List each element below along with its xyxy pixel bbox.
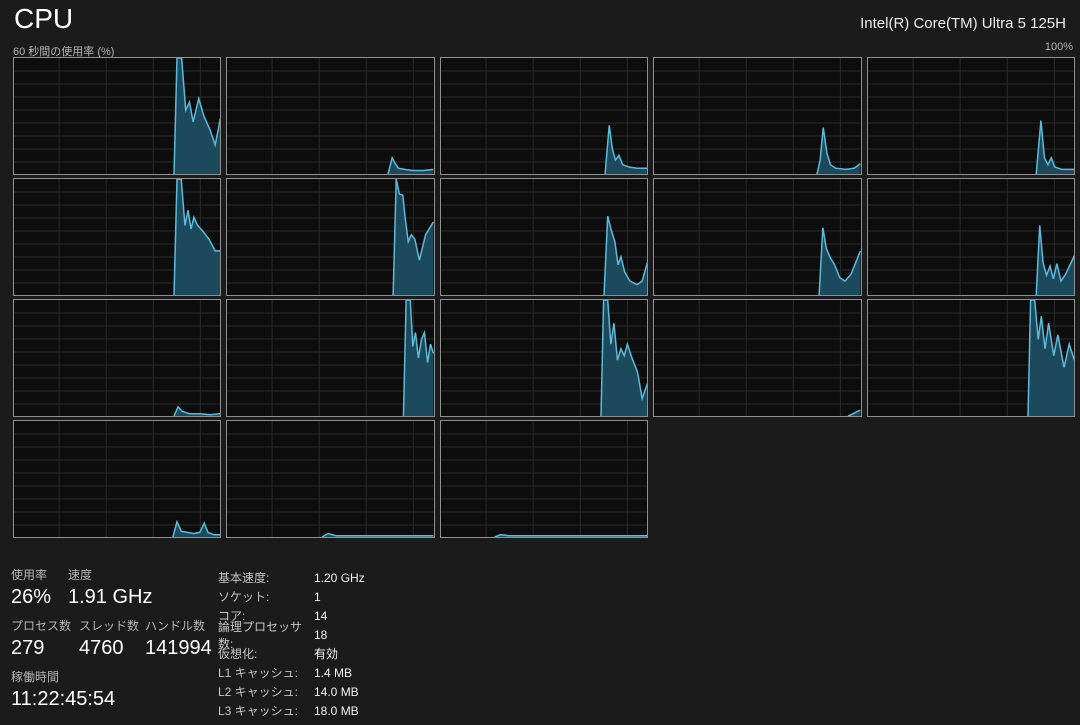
detail-value-l3-cache: 18.0 MB [314,704,359,718]
core-graph-7[interactable] [440,178,648,296]
stat-threads: スレッド数 4760 [79,617,145,659]
core-usage-chart [441,421,647,537]
core-graph-12[interactable] [440,299,648,417]
core-usage-chart [14,300,220,416]
detail-label-virtualization: 仮想化: [218,645,314,662]
cpu-core-grid [13,57,1075,538]
stat-speed: 速度 1.91 GHz [68,566,152,608]
stat-threads-label: スレッド数 [79,617,145,634]
detail-label-l3-cache: L3 キャッシュ: [218,702,314,719]
detail-value-base-speed: 1.20 GHz [314,571,365,585]
core-graph-16[interactable] [226,420,434,538]
stat-usage-value: 26% [11,586,68,608]
detail-label-base-speed: 基本速度: [218,569,314,586]
stat-usage: 使用率 26% [11,566,68,608]
core-usage-chart [14,179,220,295]
core-graph-17[interactable] [440,420,648,538]
core-usage-chart [227,421,433,537]
core-graph-6[interactable] [226,178,434,296]
core-graph-10[interactable] [13,299,221,417]
core-graph-5[interactable] [13,178,221,296]
core-usage-chart [868,300,1074,416]
core-graph-2[interactable] [440,57,648,175]
stat-processes: プロセス数 279 [11,617,79,659]
stat-speed-label: 速度 [68,566,152,583]
core-graph-3[interactable] [653,57,861,175]
detail-label-l1-cache: L1 キャッシュ: [218,664,314,681]
stat-handles: ハンドル数 141994 [145,617,212,659]
detail-value-sockets: 1 [314,590,321,604]
stat-uptime-label: 稼働時間 [11,668,115,685]
core-graph-13[interactable] [653,299,861,417]
core-graph-8[interactable] [653,178,861,296]
core-usage-chart [14,58,220,174]
core-usage-chart [654,58,860,174]
detail-value-virtualization: 有効 [314,645,338,662]
detail-value-l1-cache: 1.4 MB [314,666,352,680]
core-graph-15[interactable] [13,420,221,538]
core-usage-chart [441,179,647,295]
core-usage-chart [441,300,647,416]
detail-label-l2-cache: L2 キャッシュ: [218,683,314,700]
graph-max-label: 100% [1045,41,1073,53]
core-usage-chart [654,179,860,295]
stat-handles-label: ハンドル数 [145,617,212,634]
stat-handles-value: 141994 [145,637,212,659]
core-graph-1[interactable] [226,57,434,175]
cpu-stats: 使用率 26% 速度 1.91 GHz プロセス数 279 スレッド数 4760… [11,566,212,719]
core-graph-9[interactable] [867,178,1075,296]
core-usage-chart [868,179,1074,295]
detail-value-logical-processors: 18 [314,628,327,642]
detail-value-l2-cache: 14.0 MB [314,685,359,699]
stat-threads-value: 4760 [79,637,145,659]
detail-value-cores: 14 [314,609,327,623]
core-usage-chart [227,300,433,416]
stat-usage-label: 使用率 [11,566,68,583]
core-graph-14[interactable] [867,299,1075,417]
stat-speed-value: 1.91 GHz [68,586,152,608]
core-usage-chart [227,58,433,174]
detail-label-sockets: ソケット: [218,588,314,605]
core-usage-chart [227,179,433,295]
cpu-details: 基本速度:1.20 GHz ソケット:1 コア:14 論理プロセッサ数:18 仮… [218,568,365,720]
core-usage-chart [14,421,220,537]
stat-processes-value: 279 [11,637,79,659]
core-usage-chart [654,300,860,416]
stat-uptime-value: 11:22:45:54 [11,688,115,710]
core-graph-0[interactable] [13,57,221,175]
stat-processes-label: プロセス数 [11,617,79,634]
core-graph-4[interactable] [867,57,1075,175]
cpu-performance-page: CPU Intel(R) Core(TM) Ultra 5 125H 60 秒間… [0,0,1080,725]
core-usage-chart [868,58,1074,174]
core-graph-11[interactable] [226,299,434,417]
core-usage-chart [441,58,647,174]
processor-name: Intel(R) Core(TM) Ultra 5 125H [860,15,1066,32]
page-title: CPU [14,3,73,35]
stat-uptime: 稼働時間 11:22:45:54 [11,668,115,710]
